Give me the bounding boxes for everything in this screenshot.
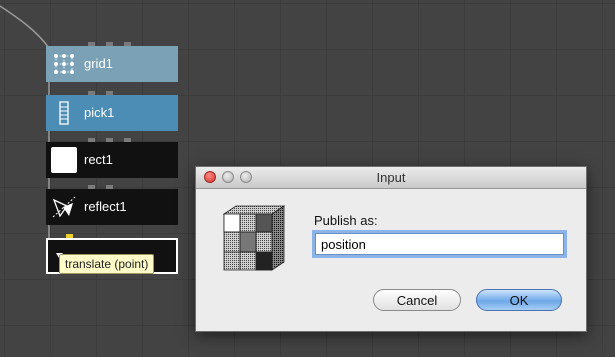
publish-name-input[interactable]: [315, 233, 564, 255]
node-grid1[interactable]: grid1: [46, 42, 178, 82]
input-dialog: Input Publish as: Canc: [195, 166, 587, 332]
pick-icon: [51, 100, 77, 126]
node-pick1[interactable]: pick1: [46, 91, 178, 131]
reflect-icon: [51, 194, 77, 220]
node-rect1[interactable]: rect1: [46, 138, 178, 178]
dialog-titlebar[interactable]: Input: [196, 167, 586, 189]
cancel-button[interactable]: Cancel: [373, 289, 461, 311]
publish-prompt-label: Publish as:: [314, 213, 378, 228]
node-label: rect1: [84, 152, 113, 167]
ok-button[interactable]: OK: [476, 289, 562, 311]
grid-icon: [51, 51, 77, 77]
node-tooltip: translate (point): [59, 254, 155, 274]
cubes-icon: [222, 204, 288, 279]
node-reflect1[interactable]: reflect1: [46, 185, 178, 225]
node-label: reflect1: [84, 199, 127, 214]
dialog-title: Input: [376, 170, 406, 185]
node-label: pick1: [84, 105, 115, 120]
rect-icon: [51, 147, 77, 173]
node-label: grid1: [84, 56, 113, 71]
